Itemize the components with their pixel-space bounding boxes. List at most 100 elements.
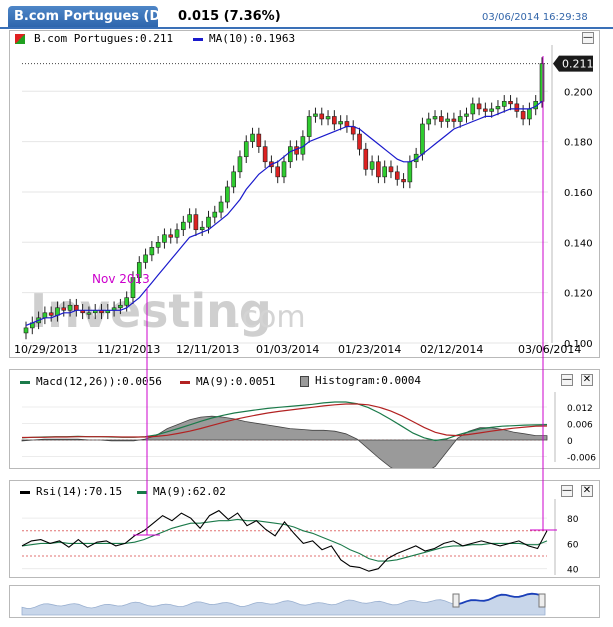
candle-body [256,133,262,147]
navigator-left-handle[interactable] [452,593,460,608]
candle-body [451,118,457,122]
price-change: 0.015 (7.36%) [178,9,281,24]
navigator-right-handle[interactable] [538,593,546,608]
candle-body [426,118,432,125]
candle-body [501,101,507,107]
candle-body [489,108,494,112]
candle-body [363,148,369,170]
candle-body [275,166,281,178]
price-x-axis: 10/29/2013 11/21/2013 12/11/2013 01/03/2014… [14,343,581,356]
price-x-tick-label: 10/29/2013 [14,343,77,356]
navigator-panel[interactable] [9,585,600,618]
candle-body [476,103,482,110]
candle-body [187,214,192,223]
rsi-y-tick-label: 80 [567,515,579,525]
candle-body [225,186,230,203]
candle-body [508,101,513,105]
candle-body [168,234,174,238]
candle-body [470,103,476,115]
price-chart-svg: Investing .com Nov 2013 0.1000.1200.1400… [14,45,594,356]
candle-body [319,113,325,120]
candle-body [514,103,520,112]
price-x-tick-label: 11/21/2013 [97,343,160,356]
candle-body [325,116,331,120]
timestamp: 03/06/2014 16:29:38 [482,12,588,23]
candle-body [42,312,48,319]
candle-body [48,312,54,316]
candle-body [483,108,488,112]
price-y-tick-label: 0.200 [564,87,593,98]
macd-panel[interactable]: Macd(12,26)):0.0056 MA(9):0.0051 Histogr… [9,369,600,469]
macd-y-tick-label: 0 [567,437,573,447]
candle-body [401,179,406,183]
candle-body [193,214,199,231]
candle-body [445,118,450,122]
rsi-y-tick-label: 60 [567,540,579,550]
candle-body [495,106,501,110]
watermark-suffix: .com [232,300,306,335]
candle-body [344,121,350,127]
nov-2013-annotation: Nov 2013 [92,272,150,286]
rsi-chart-svg: 80 60 40 [21,499,579,576]
candle-body [287,146,293,163]
candle-body [464,113,469,117]
price-chart-panel[interactable]: B.com Portugues:0.211 MA(10):0.1963 — In… [9,30,600,358]
navigator-svg [21,592,546,616]
candle-body [539,63,545,102]
price-y-tick-label: 0.120 [564,289,593,300]
candle-body [332,116,337,125]
candle-body [520,111,526,120]
candle-body [74,304,79,311]
candle-body [357,133,362,150]
rsi-ma-line [21,518,548,562]
candle-body [218,201,224,213]
candle-body [155,242,161,248]
header-divider [0,27,613,29]
candle-body [118,304,123,309]
price-x-tick-label: 12/11/2013 [176,343,239,356]
candle-body [439,116,444,122]
candle-body [23,327,29,334]
candle-body [281,161,287,178]
candle-body [206,216,211,228]
rsi-y-tick-label: 40 [567,566,579,576]
macd-y-axis: 0.012 0.006 0 -0.006 [554,392,596,464]
rsi-panel[interactable]: Rsi(14):70.15 MA(9):62.02 — ✕ 80 60 40 [9,480,600,578]
candle-body [407,161,413,183]
price-x-tick-label: 02/12/2014 [420,343,483,356]
candle-body [162,234,167,243]
rsi-y-axis: 80 60 40 [554,499,579,576]
price-y-axis: 0.1000.1200.1400.1600.1800.200 [551,45,593,350]
candle-body [294,146,299,155]
candle-body [67,304,73,311]
candle-body [61,307,67,311]
candle-body [250,133,255,142]
price-x-tick-label: 01/23/2014 [338,343,401,356]
macd-y-tick-label: 0.006 [567,421,593,431]
candle-body [199,226,205,231]
candle-body [237,156,243,173]
price-y-tick-label: 0.140 [564,238,593,249]
watermark: Investing .com [30,284,306,338]
price-x-tick-label: 03/06/2014 [518,343,581,356]
candle-body [369,161,375,170]
candle-body [149,247,155,256]
candle-body [527,108,532,120]
price-y-tick-label: 0.160 [564,188,593,199]
candle-body [181,221,186,231]
candle-body [457,116,463,122]
last-price-tag: 0.211 [553,55,594,72]
chart-header: B.com Portugues (Di... 0.015 (7.36%) 03/… [0,0,613,31]
candle-body [212,211,218,218]
candle-body [124,297,129,306]
candle-body [231,171,236,188]
macd-y-tick-label: -0.006 [567,454,596,464]
candle-body [420,123,425,155]
candle-body [382,166,387,178]
instrument-title-tab[interactable]: B.com Portugues (Di... [8,6,158,27]
candle-body [174,229,180,238]
candle-body [306,116,312,137]
candle-body [338,121,343,125]
price-x-tick-label: 01/03/2014 [256,343,319,356]
candle-body [432,116,438,120]
